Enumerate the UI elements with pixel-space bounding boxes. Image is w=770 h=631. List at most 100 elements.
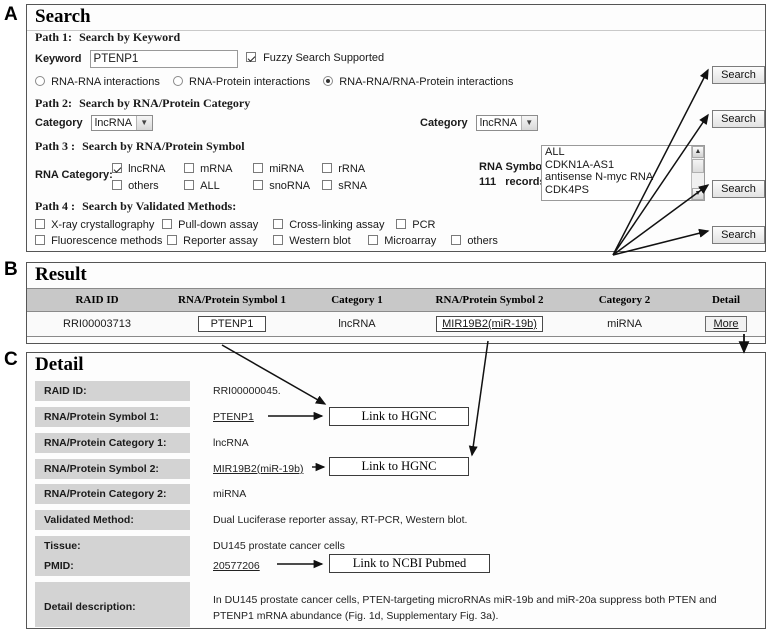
checkbox-westernblot-input[interactable]: [273, 235, 284, 245]
chevron-down-icon[interactable]: ▼: [520, 116, 537, 130]
result-panel-title: Result: [35, 264, 87, 285]
detail-value-pmid[interactable]: 20577206: [213, 556, 260, 572]
checkbox-lncrna[interactable]: lncRNA: [112, 163, 177, 175]
rna-category-row-2: others ALL snoRNA sRNA: [112, 180, 371, 192]
checkbox-mrna[interactable]: mRNA: [184, 163, 246, 175]
detail-description-text: In DU145 prostate cancer cells, PTEN-tar…: [213, 594, 717, 622]
link-to-hgnc-button-1[interactable]: Link to HGNC: [329, 407, 469, 426]
checkbox-xray-input[interactable]: [35, 219, 45, 229]
checkbox-lncrna-input[interactable]: [112, 163, 122, 173]
checkbox-all-rna[interactable]: ALL: [184, 180, 246, 192]
checkbox-crosslinking[interactable]: Cross-linking assay: [273, 219, 389, 231]
checkbox-mrna-label: mRNA: [200, 163, 233, 175]
radio-rna-protein[interactable]: RNA-Protein interactions: [172, 76, 311, 88]
category-select-2[interactable]: lncRNA ▼: [475, 115, 538, 131]
symbol-1-link[interactable]: PTENP1: [197, 315, 267, 332]
checkbox-westernblot-label: Western blot: [289, 235, 351, 247]
checkbox-lncrna-label: lncRNA: [128, 163, 166, 175]
list-item[interactable]: CDK4PS: [542, 184, 704, 197]
detail-label-description: Detail description:: [35, 582, 190, 627]
checkbox-snorna-input[interactable]: [253, 180, 264, 190]
cell-symbol-2: MIR19B2(miR-19b): [417, 311, 562, 337]
checkbox-mrna-input[interactable]: [184, 163, 195, 173]
category-select-1-value: lncRNA: [94, 117, 133, 129]
chevron-down-icon[interactable]: ▼: [135, 116, 152, 130]
search-button-4[interactable]: Search: [712, 226, 765, 244]
table-row: RRI00003713 PTENP1 lncRNA MIR19B2(miR-19…: [27, 311, 765, 337]
checkbox-crosslinking-input[interactable]: [273, 219, 284, 229]
checkbox-xray[interactable]: X-ray crystallography: [35, 219, 155, 231]
search-button-3[interactable]: Search: [712, 180, 765, 198]
path1-heading: Path 1: Search by Keyword: [35, 30, 180, 45]
radio-rna-protein-label: RNA-Protein interactions: [189, 76, 311, 88]
checkbox-others-method-input[interactable]: [451, 235, 462, 245]
radio-rna-protein-input[interactable]: [172, 76, 183, 86]
radio-rna-rna-protein[interactable]: RNA-RNA/RNA-Protein interactions: [323, 76, 513, 88]
checkbox-pcr-label: PCR: [412, 219, 436, 231]
panel-label-b: B: [4, 259, 18, 280]
checkbox-fluorescence-input[interactable]: [35, 235, 45, 245]
checkbox-xray-label: X-ray crystallography: [51, 219, 155, 231]
checkbox-pcr-input[interactable]: [396, 219, 407, 229]
path1-number: Path 1:: [35, 30, 72, 44]
checkbox-microarray[interactable]: Microarray: [368, 235, 444, 247]
rna-symbol-listbox[interactable]: ALL CDKN1A-AS1 antisense N-myc RNA CDK4P…: [541, 145, 705, 201]
checkbox-reporter[interactable]: Reporter assay: [167, 235, 266, 247]
checkbox-pulldown-input[interactable]: [162, 219, 173, 229]
column-header-symbol-1: RNA/Protein Symbol 1: [167, 287, 297, 312]
detail-label-category-2: RNA/Protein Category 2:: [35, 484, 190, 504]
radio-rna-rna-protein-input[interactable]: [323, 76, 334, 86]
checkbox-mirna-label: miRNA: [269, 163, 305, 175]
column-header-category-2: Category 2: [562, 287, 687, 312]
list-item[interactable]: CDKN1A-AS1: [542, 159, 704, 172]
search-button-1[interactable]: Search: [712, 66, 765, 84]
category-select-1[interactable]: lncRNA ▼: [90, 115, 153, 131]
detail-value-category-2: miRNA: [213, 488, 247, 500]
checkbox-mirna[interactable]: miRNA: [253, 163, 315, 175]
checkbox-srna[interactable]: sRNA: [322, 180, 367, 192]
checkbox-others-rna-input[interactable]: [112, 180, 122, 190]
fuzzy-search-option[interactable]: Fuzzy Search Supported: [246, 52, 384, 64]
checkbox-srna-input[interactable]: [322, 180, 333, 190]
checkbox-mirna-input[interactable]: [253, 163, 264, 173]
checkbox-others-rna[interactable]: others: [112, 180, 177, 192]
listbox-scrollbar[interactable]: ▲ ▼: [691, 146, 704, 200]
checkbox-snorna[interactable]: snoRNA: [253, 180, 315, 192]
detail-value-symbol-1[interactable]: PTENP1: [213, 407, 254, 423]
search-button-2[interactable]: Search: [712, 110, 765, 128]
table-header-row: RAID ID RNA/Protein Symbol 1 Category 1 …: [27, 287, 765, 312]
checkbox-reporter-input[interactable]: [167, 235, 178, 245]
cell-detail: More: [687, 311, 765, 337]
detail-value-validated-method: Dual Luciferase reporter assay, RT-PCR, …: [213, 514, 468, 526]
checkbox-rrna-input[interactable]: [322, 163, 333, 173]
cell-category-2: miRNA: [562, 311, 687, 337]
radio-rna-rna-input[interactable]: [35, 76, 45, 86]
checkbox-rrna[interactable]: rRNA: [322, 163, 365, 175]
checkbox-pulldown-label: Pull-down assay: [178, 219, 259, 231]
more-link[interactable]: More: [705, 315, 747, 332]
checkbox-all-rna-input[interactable]: [184, 180, 195, 190]
keyword-input[interactable]: PTENP1: [89, 50, 238, 68]
detail-value-symbol-2[interactable]: MIR19B2(miR-19b): [213, 459, 303, 475]
keyword-row: Keyword PTENP1: [35, 50, 238, 68]
list-item[interactable]: ALL: [542, 146, 704, 159]
checkbox-pulldown[interactable]: Pull-down assay: [162, 219, 266, 231]
keyword-label: Keyword: [35, 52, 82, 65]
link-to-hgnc-button-2[interactable]: Link to HGNC: [329, 457, 469, 476]
symbol-2-link[interactable]: MIR19B2(miR-19b): [436, 315, 543, 332]
scroll-down-icon[interactable]: ▼: [692, 188, 704, 200]
scroll-up-icon[interactable]: ▲: [692, 146, 704, 158]
radio-rna-rna-protein-label: RNA-RNA/RNA-Protein interactions: [339, 76, 514, 88]
checkbox-fluorescence[interactable]: Fluorescence methods: [35, 235, 162, 247]
scrollbar-thumb[interactable]: [692, 159, 704, 173]
category-label-1: Category: [35, 116, 83, 129]
checkbox-others-method[interactable]: others: [451, 235, 498, 247]
list-item[interactable]: antisense N-myc RNA: [542, 171, 704, 184]
interaction-type-group: RNA-RNA interactions RNA-Protein interac…: [35, 76, 517, 88]
link-to-pubmed-button[interactable]: Link to NCBI Pubmed: [329, 554, 490, 573]
checkbox-microarray-input[interactable]: [368, 235, 379, 245]
checkbox-pcr[interactable]: PCR: [396, 219, 435, 231]
checkbox-westernblot[interactable]: Western blot: [273, 235, 361, 247]
radio-rna-rna[interactable]: RNA-RNA interactions: [35, 76, 160, 88]
fuzzy-search-checkbox[interactable]: [246, 52, 256, 62]
